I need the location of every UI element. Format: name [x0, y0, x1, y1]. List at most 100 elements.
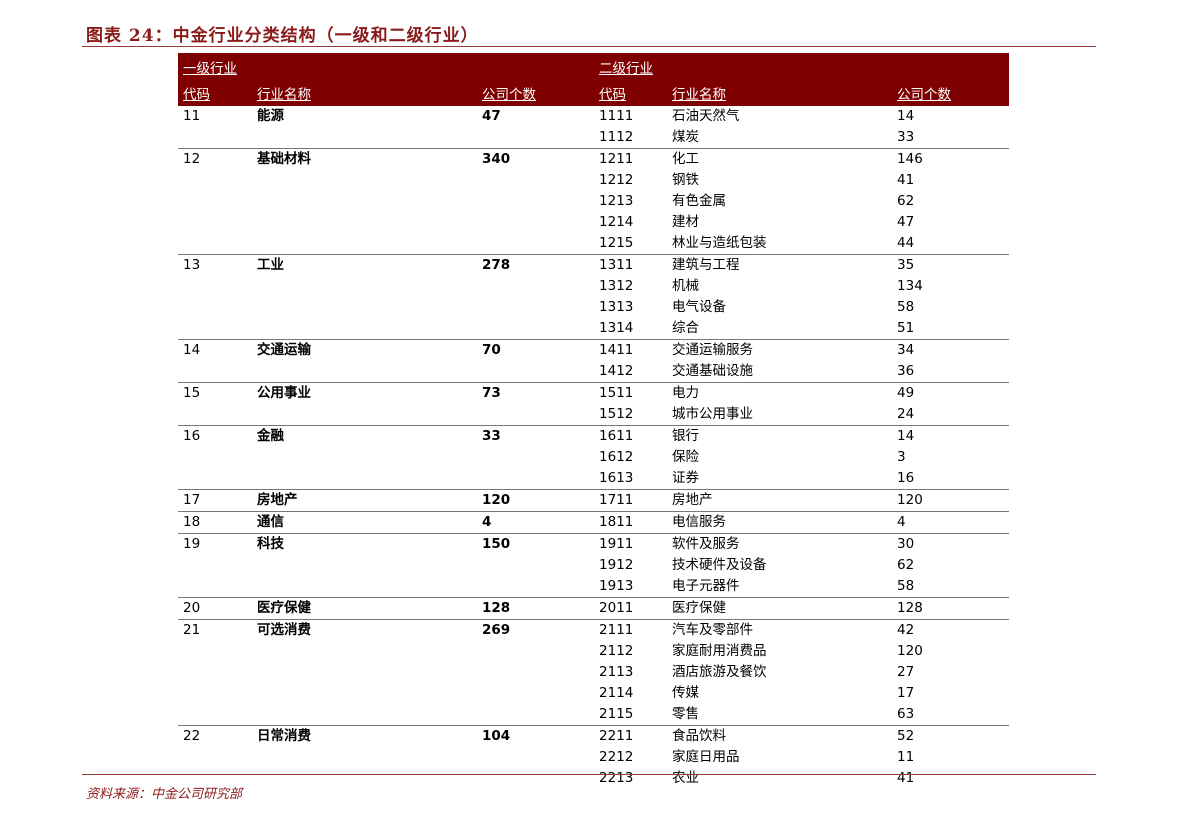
level1-count: 47	[482, 108, 501, 124]
table-row: 1215 林业与造纸包装 44	[178, 233, 1010, 255]
table-row: 15 公用事业 73 1511 电力 49	[178, 383, 1009, 405]
level2-code: 1411	[599, 342, 634, 358]
table-row: 2213 农业 41	[178, 768, 1009, 789]
table-row: 2112 家庭耐用消费品 120	[178, 641, 1009, 662]
level1-code	[178, 576, 252, 598]
level1-count	[477, 576, 595, 598]
level2-count: 63	[892, 704, 1010, 726]
table-row: 21 可选消费 269 2111 汽车及零部件 42	[178, 620, 1009, 642]
level2-count: 16	[892, 468, 1010, 490]
level1-name	[252, 297, 477, 318]
level1-count	[477, 361, 595, 383]
table-row: 1612 保险 3	[178, 447, 1009, 468]
level2-code: 2212	[599, 749, 634, 765]
level2-name: 电气设备	[672, 299, 727, 315]
level1-count: 128	[477, 597, 595, 620]
level2-code: 1913	[594, 576, 668, 598]
level2-count: 41	[897, 172, 915, 188]
level1-name-header: 行业名称	[252, 80, 477, 106]
level2-name: 酒店旅游及餐饮	[672, 664, 767, 680]
level1-name	[252, 191, 477, 212]
level1-name	[252, 276, 477, 297]
level2-count: 51	[892, 318, 1010, 340]
level1-count	[477, 704, 595, 726]
level1-code	[178, 447, 252, 468]
level2-code: 1511	[599, 385, 634, 401]
level2-count: 4	[892, 511, 1010, 534]
level1-code	[178, 747, 252, 768]
level2-name: 软件及服务	[672, 536, 740, 552]
level1-count: 33	[482, 428, 501, 444]
table-row: 12 基础材料 340 1211 化工 146	[178, 149, 1009, 171]
level2-count: 134	[897, 278, 923, 294]
level1-code	[178, 404, 252, 426]
level1-count	[477, 683, 594, 704]
level2-count: 120	[897, 643, 923, 659]
level1-count	[477, 212, 594, 233]
level2-code: 1311	[599, 257, 634, 273]
level2-code: 2114	[599, 685, 634, 701]
level2-count: 49	[897, 385, 915, 401]
level2-count: 35	[897, 257, 915, 273]
level2-name: 城市公用事业	[667, 404, 893, 426]
level1-count: 104	[482, 728, 511, 744]
level1-code: 18	[178, 511, 252, 534]
level2-code: 1711	[594, 489, 668, 512]
level1-count: 4	[477, 511, 595, 534]
table-row: 14 交通运输 70 1411 交通运输服务 34	[178, 340, 1009, 362]
level1-count	[477, 641, 594, 662]
level1-name	[252, 555, 477, 576]
level1-count	[477, 297, 594, 318]
level1-count: 73	[482, 385, 501, 401]
level1-name	[252, 704, 477, 726]
level1-count	[477, 318, 595, 340]
level1-name: 日常消费	[257, 728, 311, 744]
level1-name: 医疗保健	[252, 597, 477, 620]
table-row: 1512 城市公用事业 24	[178, 404, 1010, 426]
table-row: 1412 交通基础设施 36	[178, 361, 1010, 383]
level1-code	[178, 318, 252, 340]
table-row: 13 工业 278 1311 建筑与工程 35	[178, 255, 1009, 277]
level1-count	[477, 404, 595, 426]
level2-count: 58	[897, 299, 915, 315]
level2-code: 1314	[594, 318, 668, 340]
table-row: 22 日常消费 104 2211 食品饮料 52	[178, 726, 1009, 748]
level1-count	[477, 127, 595, 149]
level1-count	[477, 662, 594, 683]
level1-name: 科技	[257, 536, 284, 552]
level2-name: 家庭耐用消费品	[672, 643, 767, 659]
level2-name-header: 行业名称	[667, 80, 893, 106]
level2-count: 52	[897, 728, 915, 744]
level2-code-header: 代码	[594, 80, 668, 106]
level1-code	[178, 662, 252, 683]
level2-count: 42	[897, 622, 915, 638]
level2-count: 30	[897, 536, 915, 552]
level1-code: 21	[183, 622, 201, 638]
level1-code	[178, 361, 252, 383]
level1-count	[477, 555, 594, 576]
level2-name: 钢铁	[672, 172, 700, 188]
level2-code: 1214	[599, 214, 634, 230]
level1-name	[252, 447, 477, 468]
level2-name: 食品饮料	[672, 728, 727, 744]
level2-name: 农业	[672, 770, 700, 786]
level1-count: 150	[482, 536, 511, 552]
level2-code: 1313	[599, 299, 634, 315]
level1-count	[477, 276, 594, 297]
table-row: 1912 技术硬件及设备 62	[178, 555, 1009, 576]
level2-count: 47	[897, 214, 915, 230]
level1-name: 能源	[257, 108, 284, 124]
level1-code	[178, 683, 252, 704]
level1-code: 11	[183, 108, 201, 124]
level1-code	[178, 212, 252, 233]
level2-count: 3	[897, 449, 906, 465]
level1-name	[252, 641, 477, 662]
level2-code: 1111	[599, 108, 634, 124]
level1-code	[178, 276, 252, 297]
level1-code: 12	[183, 151, 201, 167]
table-row: 20 医疗保健 128 2011 医疗保健 128	[178, 597, 1010, 620]
level1-count: 269	[482, 622, 511, 638]
level1-code	[178, 297, 252, 318]
table-row: 1212 钢铁 41	[178, 170, 1009, 191]
level2-code: 2111	[599, 622, 634, 638]
